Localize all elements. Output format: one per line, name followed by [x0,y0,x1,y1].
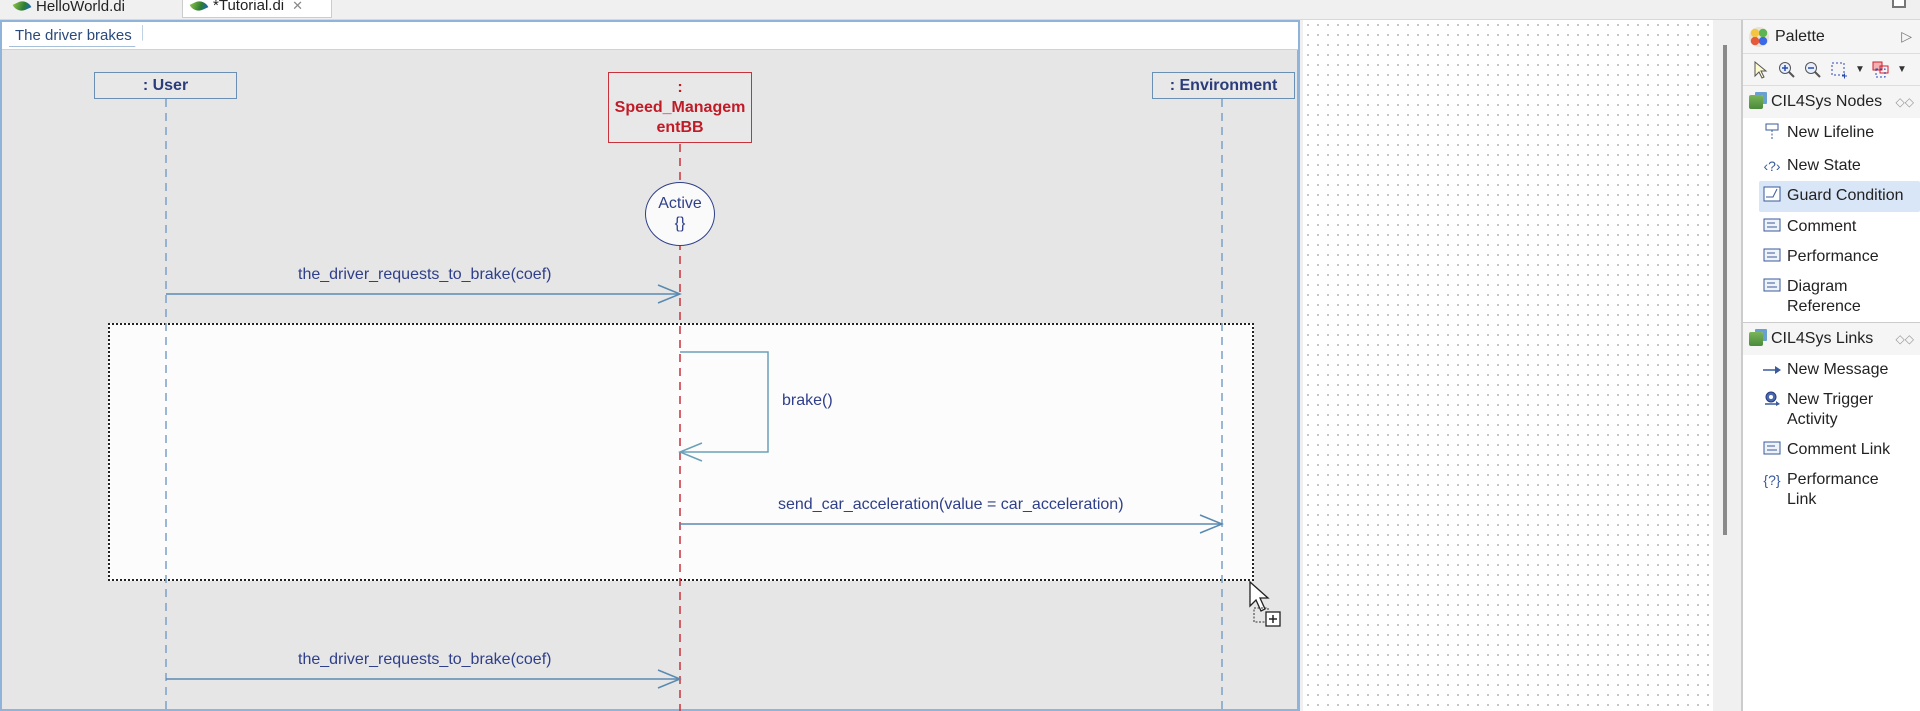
comment-icon [1761,247,1783,267]
state-icon: ‹?› [1763,158,1781,174]
pin-drawer-icon[interactable]: ◇◇ [1896,95,1914,109]
pin-drawer-icon[interactable]: ◇◇ [1896,332,1914,346]
palette-item-label: Performance [1787,248,1879,265]
select-icon[interactable] [1751,60,1771,80]
scrollbar-thumb[interactable] [1723,45,1727,535]
lifeline-speed-management[interactable]: : Speed_Managem entBB [608,72,752,143]
palette-item-label: New Message [1787,361,1889,378]
drawer-icon [1749,95,1763,109]
arrow-icon [1761,360,1783,380]
lifeline-icon [1761,123,1783,146]
lifeline-user[interactable]: : User [94,72,237,99]
sequence-diagram-canvas[interactable]: The driver brakes: User: Speed_Managem… [0,20,1300,711]
comment-icon [1761,217,1783,237]
palette-item-comment-link[interactable]: Comment Link [1743,435,1920,465]
palette-header: Palette ▷ [1743,20,1920,54]
palette-item-new-message[interactable]: New Message [1743,355,1920,385]
palette-item-comment[interactable]: Comment [1743,212,1920,242]
tab-helloworld[interactable]: HelloWorld.di [6,0,176,18]
palette-item-performance-link[interactable]: {?} Performance Link [1743,465,1920,515]
palette-item-label: Diagram Reference [1787,278,1861,315]
tab-label: *Tutorial.di [213,0,285,14]
palette-drawer-links: CIL4Sys Links ◇◇ New Message New Trigger… [1743,323,1920,515]
lifeline-speed-label-1: : [677,78,683,96]
message-label-2[interactable]: brake() [782,392,833,410]
collapse-palette-icon[interactable]: ▷ [1901,28,1912,45]
palette-title: Palette [1775,27,1825,45]
palette-toolbar: ▼ ▼ [1743,54,1920,86]
maximize-icon[interactable] [1892,0,1906,8]
papyrus-file-icon [189,0,209,14]
diagram-grid-area[interactable] [1303,20,1713,711]
editor-tab-bar: HelloWorld.di *Tutorial.di ✕ [0,0,1920,20]
message-arrow-4 [166,669,682,689]
vertical-scrollbar[interactable] [1713,20,1741,711]
mouse-cursor-copy-icon [1249,580,1281,627]
palette-item-label: Comment [1787,218,1857,235]
palette-item-label: Guard Condition [1787,187,1904,204]
palette-item-label: New Lifeline [1787,124,1875,141]
palette-item-label: New State [1787,157,1861,174]
lifeline-user-label: : User [142,76,189,94]
marquee-icon[interactable] [1829,60,1849,80]
marquee-dropdown-icon[interactable]: ▼ [1855,60,1865,80]
drawer-icon [1749,332,1763,346]
palette-item-new-trigger-activity[interactable]: New Trigger Activity [1743,385,1920,435]
papyrus-file-icon [12,0,32,14]
tab-label: HelloWorld.di [36,0,125,15]
palette-item-label: Comment Link [1787,441,1891,458]
zoom-in-icon[interactable] [1777,60,1797,80]
palette-item-label: New Trigger Activity [1787,391,1874,428]
trigger-icon [1761,390,1783,411]
drawer-label: CIL4Sys Nodes [1771,93,1883,110]
message-label-3[interactable]: send_car_acceleration(value = car_accele… [778,496,1124,514]
palette-item-guard-condition[interactable]: Guard Condition [1759,181,1920,212]
performance-link-icon: {?} [1763,472,1781,488]
palette-item-performance[interactable]: Performance [1743,242,1920,272]
tab-tutorial[interactable]: *Tutorial.di ✕ [182,0,332,18]
palette-panel: Palette ▷ ▼ ▼ CIL4Sys Nodes ◇◇ New Lifel… [1741,20,1920,711]
lifeline-speed-label-3: entBB [656,118,704,136]
lifeline-environment[interactable]: : Environment [1152,72,1295,99]
drawer-label: CIL4Sys Links [1771,330,1874,347]
state-name: Active [658,195,702,212]
lifeline-environment-label: : Environment [1169,76,1278,94]
comment-icon [1761,277,1783,297]
comment-icon [1761,440,1783,460]
state-active[interactable]: Active {} [645,182,715,246]
palette-item-diagram-reference[interactable]: Diagram Reference [1743,272,1920,322]
connection-marquee-dropdown-icon[interactable]: ▼ [1897,60,1907,80]
message-arrow-3 [680,514,1224,534]
drawer-header-links[interactable]: CIL4Sys Links ◇◇ [1743,323,1920,355]
message-arrow-2-self [678,351,769,462]
palette-item-new-lifeline[interactable]: New Lifeline [1743,118,1920,151]
message-arrow-1 [166,284,682,304]
message-label-1[interactable]: the_driver_requests_to_brake(coef) [298,266,551,284]
palette-drawer-nodes: CIL4Sys Nodes ◇◇ New Lifeline ‹?› New St… [1743,86,1920,323]
drawer-header-nodes[interactable]: CIL4Sys Nodes ◇◇ [1743,86,1920,118]
message-label-4[interactable]: the_driver_requests_to_brake(coef) [298,651,551,669]
guard-icon [1761,186,1783,207]
zoom-out-icon[interactable] [1803,60,1823,80]
connection-marquee-icon[interactable] [1871,60,1891,80]
state-body: {} [674,215,686,232]
close-tab-icon[interactable]: ✕ [292,0,303,14]
lifeline-speed-label-2: Speed_Managem [614,98,746,116]
palette-item-new-state[interactable]: ‹?› New State [1743,151,1920,181]
palette-icon [1749,26,1769,47]
palette-item-label: Performance Link [1787,471,1879,508]
